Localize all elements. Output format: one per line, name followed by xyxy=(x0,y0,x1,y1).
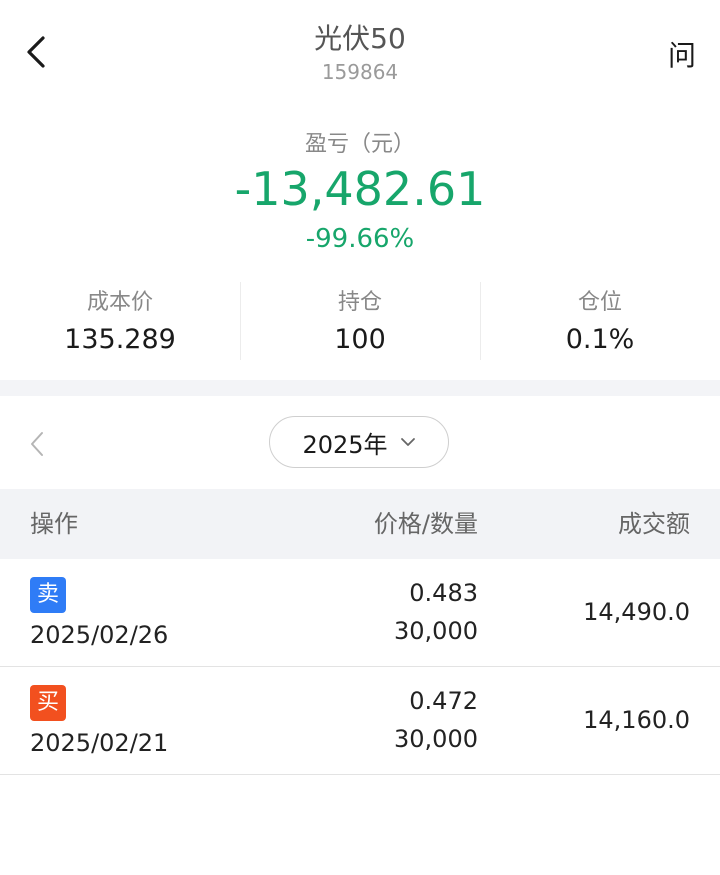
chevron-down-icon xyxy=(400,438,415,446)
trade-quantity: 30,000 xyxy=(394,725,478,753)
stat-cost-price: 成本价 135.289 xyxy=(0,282,240,360)
section-divider xyxy=(0,380,720,396)
header-bar: 光伏50 159864 问 xyxy=(0,0,720,100)
page-title: 光伏50 xyxy=(314,22,406,55)
stat-position-ratio: 仓位 0.1% xyxy=(480,282,720,360)
table-row[interactable]: 买 2025/02/21 0.472 30,000 14,160.0 xyxy=(0,667,720,775)
year-dropdown[interactable]: 2025年 xyxy=(269,416,449,468)
chevron-left-icon xyxy=(31,432,43,456)
pnl-value: -13,482.61 xyxy=(234,162,486,216)
position-stats: 成本价 135.289 持仓 100 仓位 0.1% xyxy=(0,282,720,360)
year-dropdown-value: 2025年 xyxy=(302,430,388,459)
trade-price: 0.472 xyxy=(409,687,478,715)
stat-holding: 持仓 100 xyxy=(240,282,480,360)
column-header-price-qty: 价格/数量 xyxy=(373,510,478,538)
trade-amount: 14,160.0 xyxy=(583,706,690,734)
sell-badge: 卖 xyxy=(30,577,66,613)
stat-value: 135.289 xyxy=(64,324,176,355)
stat-value: 100 xyxy=(334,324,386,355)
column-header-amount: 成交额 xyxy=(618,510,690,538)
stat-label: 持仓 xyxy=(337,290,382,315)
fund-code: 159864 xyxy=(321,60,399,84)
pnl-label: 盈亏（元） xyxy=(304,132,415,157)
table-row[interactable]: 卖 2025/02/26 0.483 30,000 14,490.0 xyxy=(0,559,720,667)
stat-label: 成本价 xyxy=(86,290,153,315)
pnl-percent: -99.66% xyxy=(305,224,415,254)
stat-label: 仓位 xyxy=(577,290,622,315)
trade-date: 2025/02/26 xyxy=(30,621,169,649)
buy-badge: 买 xyxy=(30,685,66,721)
table-header: 操作 价格/数量 成交额 xyxy=(0,489,720,559)
prev-year-button[interactable] xyxy=(22,424,52,464)
help-button[interactable]: 问 xyxy=(662,34,702,74)
trade-price: 0.483 xyxy=(409,579,478,607)
trade-date: 2025/02/21 xyxy=(30,729,169,757)
trade-quantity: 30,000 xyxy=(394,617,478,645)
trade-amount: 14,490.0 xyxy=(583,598,690,626)
stat-value: 0.1% xyxy=(565,324,635,355)
column-header-operation: 操作 xyxy=(30,510,78,538)
